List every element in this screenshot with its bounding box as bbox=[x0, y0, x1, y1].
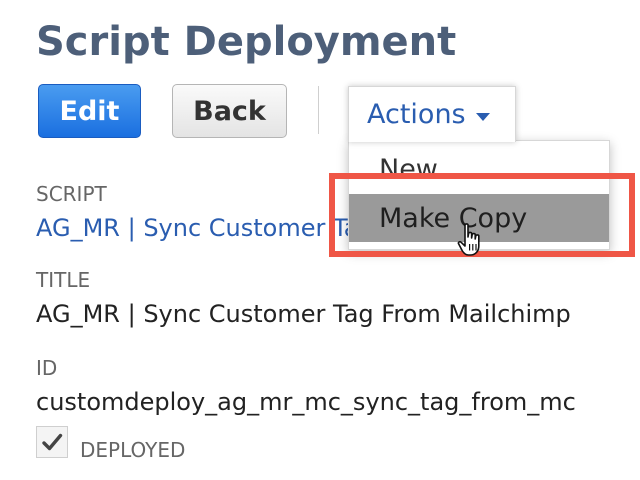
id-value: customdeploy_ag_mr_mc_sync_tag_from_mc bbox=[36, 388, 576, 416]
check-mark-icon bbox=[42, 433, 63, 451]
title-value: AG_MR | Sync Customer Tag From Mailchimp bbox=[36, 300, 571, 328]
hand-pointer-icon bbox=[457, 223, 480, 256]
edit-button[interactable]: Edit bbox=[38, 84, 141, 138]
script-label: SCRIPT bbox=[36, 182, 107, 206]
actions-button[interactable]: Actions bbox=[348, 86, 516, 142]
id-label: ID bbox=[36, 356, 58, 380]
title-label: TITLE bbox=[36, 268, 91, 292]
actions-label: Actions bbox=[367, 99, 466, 130]
deployed-label: DEPLOYED bbox=[80, 438, 186, 462]
back-button[interactable]: Back bbox=[172, 84, 287, 138]
deployed-checkbox[interactable] bbox=[36, 426, 68, 458]
toolbar-divider bbox=[318, 86, 319, 134]
page-title: Script Deployment bbox=[36, 19, 457, 65]
caret-down-icon bbox=[475, 112, 490, 121]
